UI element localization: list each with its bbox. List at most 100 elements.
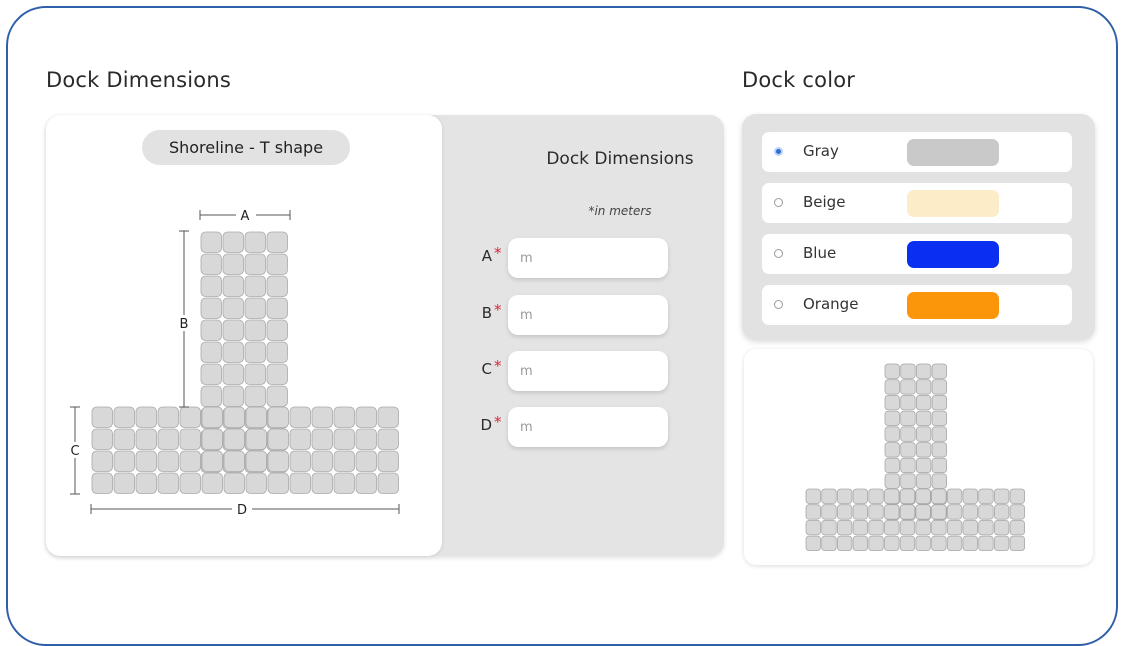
- dock-tile: [931, 410, 948, 426]
- dock-tile: [245, 450, 267, 472]
- color-option-gray[interactable]: Gray: [762, 132, 1072, 172]
- dock-tile: [915, 504, 931, 520]
- dock-tile: [884, 410, 900, 426]
- dock-tile: [993, 535, 1010, 552]
- radio-button[interactable]: [774, 300, 783, 309]
- dock-tile: [267, 472, 289, 494]
- dock-tile: [884, 535, 900, 552]
- color-swatch: [907, 292, 999, 319]
- dock-tile: [377, 406, 399, 428]
- dock-tile: [852, 535, 868, 552]
- dimension-a-input[interactable]: [508, 238, 668, 278]
- dock-tile: [962, 535, 978, 552]
- dock-tile: [266, 275, 288, 297]
- dock-tile: [931, 442, 948, 458]
- field-label-c: C: [481, 360, 492, 378]
- dock-tile: [915, 457, 932, 474]
- dock-tile: [993, 504, 1010, 520]
- dock-tile: [978, 504, 994, 520]
- dock-tile: [931, 363, 948, 379]
- dock-tile: [931, 488, 947, 504]
- dock-tile: [200, 297, 222, 319]
- color-option-orange[interactable]: Orange: [762, 285, 1072, 325]
- dock-tile: [931, 379, 948, 395]
- dock-tile: [289, 428, 311, 450]
- dock-tile: [993, 519, 1010, 536]
- dock-preview-card: [744, 349, 1093, 565]
- field-label-d: D: [480, 416, 492, 434]
- dock-tile: [200, 363, 222, 385]
- dock-tile: [223, 450, 245, 472]
- dock-tile: [931, 457, 948, 474]
- dock-tile: [266, 297, 288, 319]
- dock-tile: [289, 406, 311, 428]
- dock-color-heading: Dock color: [742, 68, 856, 92]
- dock-tile: [900, 426, 916, 442]
- dock-tile: [868, 535, 884, 552]
- dock-tile: [245, 472, 267, 494]
- dock-tile: [377, 472, 399, 494]
- dock-tile: [377, 450, 399, 472]
- dock-tile: [311, 472, 333, 494]
- dock-tile: [868, 504, 884, 520]
- dock-tile: [333, 428, 355, 450]
- dock-tile: [884, 442, 900, 458]
- dock-tile: [837, 488, 853, 504]
- radio-button[interactable]: [774, 249, 783, 258]
- dock-tile: [157, 406, 179, 428]
- dock-tile: [900, 379, 916, 395]
- dock-preview: [805, 363, 1026, 552]
- dock-tile: [267, 428, 289, 450]
- dock-tile: [978, 488, 994, 504]
- dock-tile: [355, 472, 377, 494]
- dimension-b-input[interactable]: [508, 295, 668, 335]
- dimension-c-input[interactable]: [508, 351, 668, 391]
- dock-tile: [868, 519, 884, 536]
- required-marker: *: [494, 413, 502, 431]
- dock-tile: [900, 457, 916, 474]
- dock-tile: [899, 519, 916, 536]
- radio-button[interactable]: [774, 198, 783, 207]
- dock-tile: [201, 406, 223, 428]
- dock-tile: [931, 426, 948, 442]
- dock-tile: [91, 428, 113, 450]
- form-title: Dock Dimensions: [546, 149, 694, 169]
- dock-tile: [962, 504, 978, 520]
- field-label-a: A: [481, 247, 492, 265]
- dock-tile: [884, 519, 900, 536]
- color-swatch: [907, 241, 999, 268]
- dock-tiles: [91, 231, 399, 494]
- dock-tile: [223, 428, 245, 450]
- color-label: Beige: [803, 193, 846, 211]
- dock-tile: [266, 385, 288, 407]
- color-option-beige[interactable]: Beige: [762, 183, 1072, 223]
- dock-tile: [266, 363, 288, 385]
- dock-tile: [113, 428, 135, 450]
- dock-dimensions-heading: Dock Dimensions: [46, 68, 231, 92]
- dock-tile: [222, 319, 244, 341]
- dock-tile: [931, 504, 947, 520]
- dock-tile: [805, 519, 821, 536]
- dock-tile: [200, 253, 222, 275]
- dock-tile: [931, 473, 948, 489]
- dock-tile: [915, 442, 932, 458]
- dock-tile: [900, 473, 916, 489]
- dock-tile: [900, 410, 916, 426]
- dock-tile: [805, 488, 821, 504]
- dock-tile: [179, 450, 201, 472]
- dock-tile: [946, 535, 963, 552]
- dock-tile: [1009, 488, 1026, 504]
- dock-tile: [821, 535, 837, 552]
- color-label: Blue: [803, 244, 837, 262]
- dock-tile: [915, 410, 932, 426]
- dock-tile: [962, 488, 978, 504]
- dimension-d-input[interactable]: [508, 407, 668, 447]
- dock-tile: [179, 428, 201, 450]
- dock-tile: [311, 406, 333, 428]
- dock-tile: [222, 231, 244, 253]
- dock-tile: [1009, 504, 1026, 520]
- radio-button[interactable]: [774, 147, 783, 156]
- color-option-blue[interactable]: Blue: [762, 234, 1072, 274]
- dock-tile: [915, 426, 932, 442]
- dock-tile: [978, 535, 994, 552]
